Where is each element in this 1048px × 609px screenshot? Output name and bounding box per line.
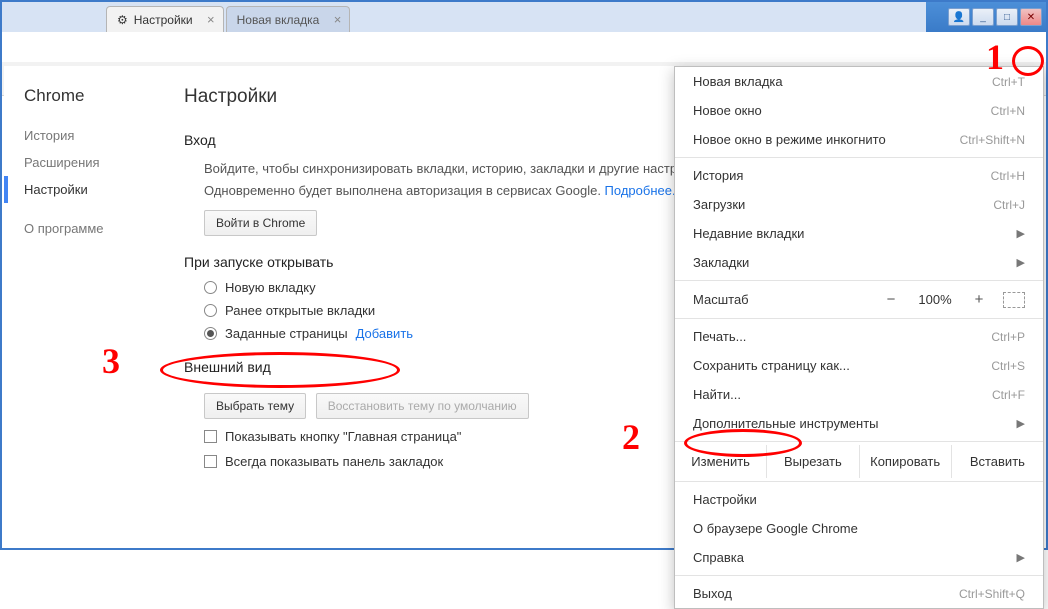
chevron-right-icon: ▶ bbox=[1017, 417, 1025, 430]
menu-copy[interactable]: Копировать bbox=[860, 445, 952, 478]
maximize-button[interactable]: □ bbox=[996, 8, 1018, 26]
radio-label: Ранее открытые вкладки bbox=[225, 303, 375, 318]
zoom-value: 100% bbox=[915, 292, 955, 307]
menu-about-chrome[interactable]: О браузере Google Chrome bbox=[675, 514, 1043, 543]
settings-sidebar: Chrome История Расширения Настройки О пр… bbox=[4, 66, 154, 546]
checkbox-icon bbox=[204, 430, 217, 443]
sidebar-item-about[interactable]: О программе bbox=[24, 215, 154, 242]
chrome-menu-dropdown: Новая вкладкаCtrl+T Новое окноCtrl+N Нов… bbox=[674, 66, 1044, 609]
tab-strip: ⚙ Настройки × Новая вкладка × bbox=[2, 2, 926, 32]
add-pages-link[interactable]: Добавить bbox=[356, 326, 413, 341]
menu-print[interactable]: Печать...Ctrl+P bbox=[675, 322, 1043, 351]
radio-icon bbox=[204, 304, 217, 317]
menu-bookmarks[interactable]: Закладки▶ bbox=[675, 248, 1043, 277]
radio-label: Новую вкладку bbox=[225, 280, 316, 295]
menu-settings[interactable]: Настройки bbox=[675, 485, 1043, 514]
menu-edit-label: Изменить bbox=[675, 445, 767, 478]
menu-paste[interactable]: Вставить bbox=[952, 445, 1043, 478]
tab-label: Новая вкладка bbox=[237, 13, 320, 27]
menu-incognito[interactable]: Новое окно в режиме инкогнитоCtrl+Shift+… bbox=[675, 125, 1043, 154]
menu-more-tools[interactable]: Дополнительные инструменты▶ bbox=[675, 409, 1043, 438]
radio-label: Заданные страницы bbox=[225, 326, 348, 341]
zoom-out-button[interactable]: − bbox=[881, 291, 901, 308]
checkbox-label: Показывать кнопку "Главная страница" bbox=[225, 429, 461, 444]
chevron-right-icon: ▶ bbox=[1017, 256, 1025, 269]
sidebar-item-settings[interactable]: Настройки bbox=[24, 176, 154, 203]
zoom-label: Масштаб bbox=[693, 292, 867, 307]
minimize-button[interactable]: _ bbox=[972, 8, 994, 26]
menu-new-tab[interactable]: Новая вкладкаCtrl+T bbox=[675, 67, 1043, 96]
close-icon[interactable]: × bbox=[207, 12, 215, 27]
login-desc-2: Одновременно будет выполнена авторизация… bbox=[204, 183, 605, 198]
sign-in-button[interactable]: Войти в Chrome bbox=[204, 210, 317, 236]
radio-icon bbox=[204, 327, 217, 340]
reset-theme-button[interactable]: Восстановить тему по умолчанию bbox=[316, 393, 529, 419]
menu-edit-row: Изменить Вырезать Копировать Вставить bbox=[675, 445, 1043, 478]
tab-label: Настройки bbox=[134, 13, 193, 27]
menu-zoom-row: Масштаб − 100% + bbox=[675, 284, 1043, 315]
menu-recent-tabs[interactable]: Недавние вкладки▶ bbox=[675, 219, 1043, 248]
chevron-right-icon: ▶ bbox=[1017, 227, 1025, 240]
checkbox-icon bbox=[204, 455, 217, 468]
tab-settings[interactable]: ⚙ Настройки × bbox=[106, 6, 224, 32]
sidebar-item-extensions[interactable]: Расширения bbox=[24, 149, 154, 176]
menu-history[interactable]: ИсторияCtrl+H bbox=[675, 161, 1043, 190]
gear-icon: ⚙ bbox=[117, 13, 128, 27]
zoom-in-button[interactable]: + bbox=[969, 291, 989, 308]
menu-new-window[interactable]: Новое окноCtrl+N bbox=[675, 96, 1043, 125]
tab-new[interactable]: Новая вкладка × bbox=[226, 6, 351, 32]
menu-cut[interactable]: Вырезать bbox=[767, 445, 859, 478]
window-close-button[interactable]: ✕ bbox=[1020, 8, 1042, 26]
sidebar-brand: Chrome bbox=[24, 86, 154, 106]
menu-downloads[interactable]: ЗагрузкиCtrl+J bbox=[675, 190, 1043, 219]
menu-find[interactable]: Найти...Ctrl+F bbox=[675, 380, 1043, 409]
radio-icon bbox=[204, 281, 217, 294]
menu-exit[interactable]: ВыходCtrl+Shift+Q bbox=[675, 579, 1043, 608]
menu-help[interactable]: Справка▶ bbox=[675, 543, 1043, 572]
user-icon[interactable]: 👤 bbox=[948, 8, 970, 26]
fullscreen-icon[interactable] bbox=[1003, 292, 1025, 308]
choose-theme-button[interactable]: Выбрать тему bbox=[204, 393, 306, 419]
chevron-right-icon: ▶ bbox=[1017, 551, 1025, 564]
learn-more-link[interactable]: Подробнее... bbox=[605, 183, 683, 198]
menu-save-as[interactable]: Сохранить страницу как...Ctrl+S bbox=[675, 351, 1043, 380]
sidebar-item-history[interactable]: История bbox=[24, 122, 154, 149]
checkbox-label: Всегда показывать панель закладок bbox=[225, 454, 443, 469]
close-icon[interactable]: × bbox=[334, 12, 342, 27]
